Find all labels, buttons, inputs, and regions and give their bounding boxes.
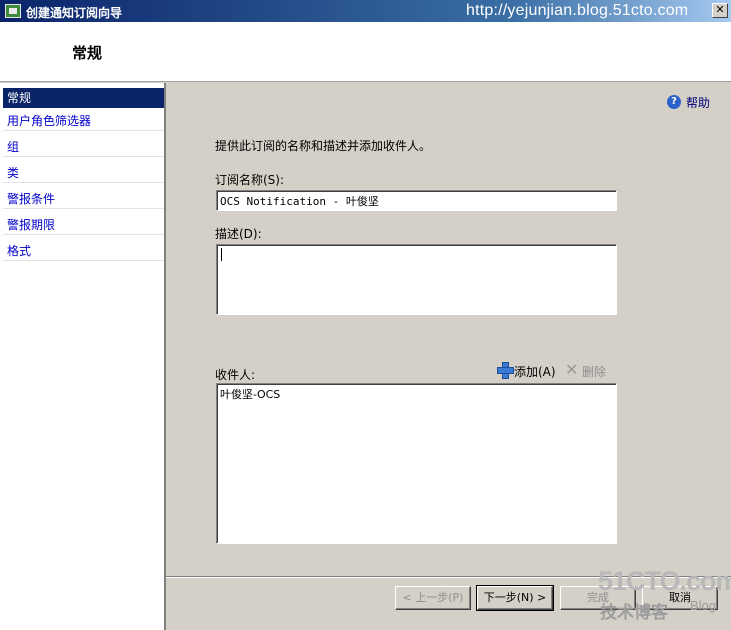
subscription-name-input[interactable] [217,191,616,210]
help-icon: ? [667,95,681,109]
app-icon [5,4,21,18]
list-item[interactable]: 叶俊坚-OCS [220,386,280,402]
watermark-logo: 51CTO.com 技术博客 Blog [598,566,731,626]
page-title: 常规 [72,44,103,62]
delete-recipient-button[interactable]: ✕ 删除 [562,360,616,380]
back-button[interactable]: < 上一步(P) [395,586,471,610]
watermark-blog: Blog [690,598,717,613]
wizard-header: 常规 [0,22,731,82]
watermark-url: http://yejunjian.blog.51cto.com [466,2,689,19]
sidebar-item-general[interactable]: 常规 [3,88,164,108]
intro-text: 提供此订阅的名称和描述并添加收件人。 [215,139,432,153]
add-recipient-label: 添加(A) [514,365,556,379]
watermark-logo-text: 51CTO.com [598,566,731,596]
recipients-list[interactable]: 叶俊坚-OCS [216,383,617,544]
wizard-steps-sidebar: 常规 用户角色筛选器 组 类 警报条件 警报期限 格式 [0,83,166,630]
description-label: 描述(D): [215,227,262,241]
description-field-box [216,244,617,315]
delete-recipient-label: 删除 [582,365,607,379]
subscription-name-label: 订阅名称(S): [215,173,285,187]
close-button[interactable]: ✕ [712,3,728,18]
sidebar-item-alert-aging[interactable]: 警报期限 [3,215,164,235]
text-caret [221,248,222,261]
title-bar: 创建通知订阅向导 http://yejunjian.blog.51cto.com… [0,0,731,22]
help-label: 帮助 [686,96,711,110]
recipients-label: 收件人: [215,368,256,382]
sidebar-item-user-role-filter[interactable]: 用户角色筛选器 [3,111,164,131]
watermark-subtitle: 技术博客 [600,603,668,623]
add-recipient-button[interactable]: 添加(A) [494,360,560,380]
sidebar-item-alert-criteria[interactable]: 警报条件 [3,189,164,209]
description-input[interactable] [217,245,616,314]
sidebar-item-groups[interactable]: 组 [3,137,164,157]
sidebar-item-format[interactable]: 格式 [3,241,164,261]
plus-icon [497,362,514,379]
sidebar-item-classes[interactable]: 类 [3,163,164,183]
delete-icon: ✕ [565,360,579,379]
window-title: 创建通知订阅向导 [26,6,123,20]
subscription-name-field-box [216,190,617,211]
next-button[interactable]: 下一步(N) > [476,585,554,611]
